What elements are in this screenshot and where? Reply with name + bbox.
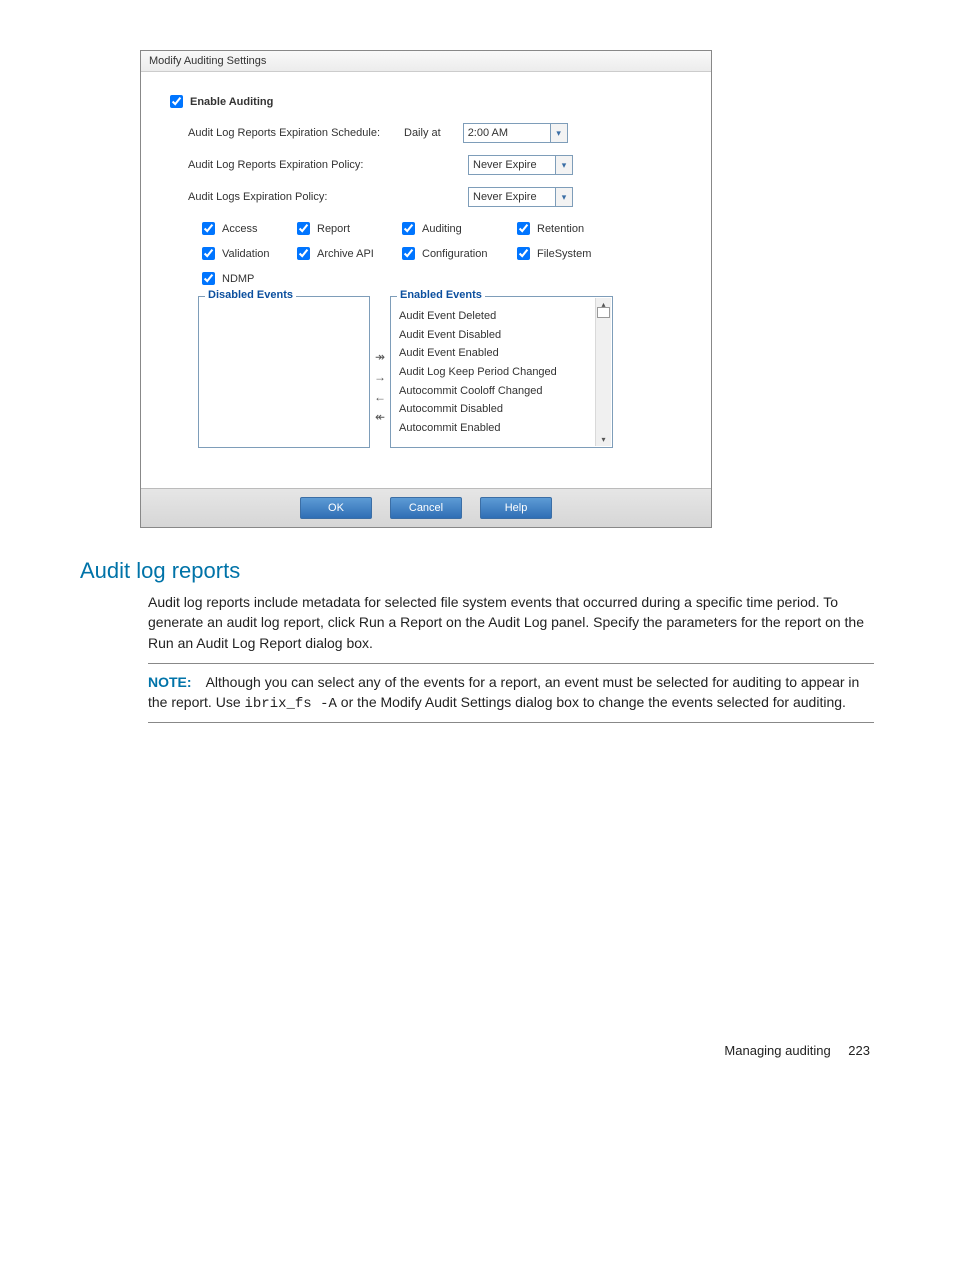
cb-filesystem[interactable]	[517, 247, 530, 260]
cb-report-label: Report	[317, 223, 350, 235]
category-grid: Access Report Auditing Retention Validat…	[198, 219, 691, 290]
ok-button[interactable]: OK	[300, 497, 372, 519]
note-text-b: or the Modify Audit Settings dialog box …	[337, 694, 846, 710]
logs-policy-value: Never Expire	[473, 191, 537, 203]
scroll-thumb[interactable]	[597, 307, 610, 318]
cb-archiveapi-label: Archive API	[317, 248, 374, 260]
move-right-icon[interactable]: →	[374, 370, 386, 384]
reports-policy-value: Never Expire	[473, 159, 537, 171]
schedule-label: Audit Log Reports Expiration Schedule:	[188, 127, 398, 139]
cb-access-label: Access	[222, 223, 257, 235]
cb-report[interactable]	[297, 222, 310, 235]
dialog-footer: OK Cancel Help	[141, 488, 711, 527]
cb-auditing-label: Auditing	[422, 223, 462, 235]
list-item[interactable]: Audit Event Disabled	[399, 326, 592, 345]
cb-retention-label: Retention	[537, 223, 584, 235]
cb-validation[interactable]	[202, 247, 215, 260]
schedule-time-combo[interactable]: 2:00 AM ▾	[463, 123, 568, 143]
list-item[interactable]: Audit Log Keep Period Changed	[399, 363, 592, 382]
cancel-button[interactable]: Cancel	[390, 497, 462, 519]
reports-policy-combo[interactable]: Never Expire ▾	[468, 155, 573, 175]
modify-auditing-dialog: Modify Auditing Settings Enable Auditing…	[140, 50, 712, 528]
disabled-events-legend: Disabled Events	[205, 289, 296, 301]
move-all-left-icon[interactable]: ↞	[374, 410, 386, 424]
logs-policy-label: Audit Logs Expiration Policy:	[188, 191, 398, 203]
note-code: ibrix_fs -A	[245, 696, 337, 712]
schedule-time-value: 2:00 AM	[468, 127, 508, 139]
enabled-events-legend: Enabled Events	[397, 289, 485, 301]
note-box: NOTE:Although you can select any of the …	[148, 663, 874, 724]
mover-buttons: ↠ → ← ↞	[374, 326, 386, 448]
cb-archiveapi[interactable]	[297, 247, 310, 260]
cb-ndmp[interactable]	[202, 272, 215, 285]
chevron-down-icon: ▾	[550, 124, 567, 142]
disabled-events-fieldset: Disabled Events	[198, 296, 370, 448]
enabled-events-fieldset: Enabled Events Audit Event Deleted Audit…	[390, 296, 613, 448]
page-number: 223	[848, 1043, 870, 1058]
help-button[interactable]: Help	[480, 497, 552, 519]
daily-at-text: Daily at	[404, 127, 441, 139]
dialog-title: Modify Auditing Settings	[141, 51, 711, 72]
scrollbar[interactable]: ▴ ▾	[595, 298, 611, 446]
enabled-events-list[interactable]: Audit Event Deleted Audit Event Disabled…	[391, 297, 596, 443]
list-item[interactable]: Autocommit Enabled	[399, 419, 592, 438]
scroll-down-icon[interactable]: ▾	[601, 435, 605, 444]
move-all-right-icon[interactable]: ↠	[374, 350, 386, 364]
section-heading: Audit log reports	[80, 558, 874, 584]
cb-validation-label: Validation	[222, 248, 270, 260]
list-item[interactable]: Audit Event Enabled	[399, 344, 592, 363]
cb-access[interactable]	[202, 222, 215, 235]
section-paragraph: Audit log reports include metadata for s…	[148, 592, 874, 653]
cb-auditing[interactable]	[402, 222, 415, 235]
enable-auditing-label: Enable Auditing	[190, 96, 273, 108]
disabled-events-list[interactable]	[199, 297, 369, 443]
move-left-icon[interactable]: ←	[374, 390, 386, 404]
list-item[interactable]: Autocommit Disabled	[399, 400, 592, 419]
note-label: NOTE:	[148, 674, 192, 690]
enable-auditing-checkbox[interactable]	[170, 95, 183, 108]
cb-retention[interactable]	[517, 222, 530, 235]
footer-text: Managing auditing	[724, 1043, 830, 1058]
list-item[interactable]: Autocommit Cooloff Changed	[399, 382, 592, 401]
list-item[interactable]: Audit Event Deleted	[399, 307, 592, 326]
page-footer: Managing auditing 223	[80, 1043, 874, 1058]
logs-policy-combo[interactable]: Never Expire ▾	[468, 187, 573, 207]
chevron-down-icon: ▾	[555, 156, 572, 174]
cb-filesystem-label: FileSystem	[537, 248, 591, 260]
cb-configuration-label: Configuration	[422, 248, 487, 260]
chevron-down-icon: ▾	[555, 188, 572, 206]
reports-policy-label: Audit Log Reports Expiration Policy:	[188, 159, 398, 171]
cb-ndmp-label: NDMP	[222, 273, 254, 285]
cb-configuration[interactable]	[402, 247, 415, 260]
